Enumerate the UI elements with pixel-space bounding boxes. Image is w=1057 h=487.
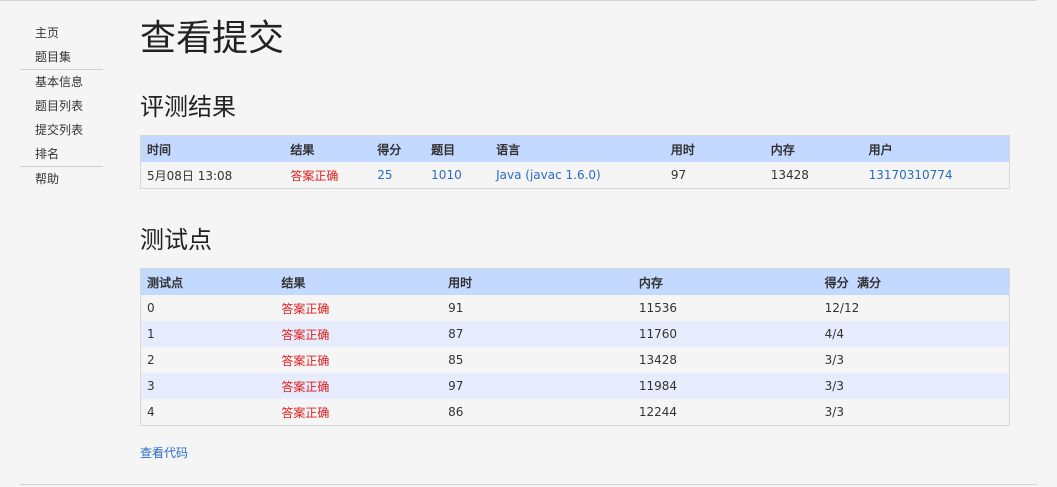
testcase-id: 4 (140, 399, 276, 426)
problem-link[interactable]: 1010 (425, 162, 491, 189)
column-header-result: 结果 (275, 268, 443, 295)
table-row: 0 答案正确 91 11536 12/12 (140, 295, 1010, 321)
sidebar-item-problem-list[interactable]: 题目列表 (35, 94, 103, 118)
column-header-user: 用户 (862, 135, 1010, 162)
column-header-result: 结果 (284, 135, 372, 162)
testcase-id: 3 (140, 373, 276, 399)
column-header-memory: 内存 (764, 135, 863, 162)
testcase-table: 测试点 结果 用时 内存 得分 满分 0 答案正确 91 11536 12/12… (140, 268, 1010, 426)
column-header-score: 得分 (371, 135, 426, 162)
column-header-problem: 题目 (425, 135, 491, 162)
sidebar-item-basic-info[interactable]: 基本信息 (35, 70, 103, 94)
testcase-score: 12/12 (818, 295, 1010, 321)
bottom-divider (20, 484, 1037, 485)
testcase-score: 4/4 (818, 321, 1010, 347)
testcase-memory: 11760 (632, 321, 819, 347)
testcase-result: 答案正确 (275, 347, 443, 373)
sidebar-item-help[interactable]: 帮助 (35, 167, 103, 191)
testcase-score: 3/3 (818, 399, 1010, 426)
submission-memory: 13428 (764, 162, 863, 189)
table-header-row: 时间 结果 得分 题目 语言 用时 内存 用户 (140, 135, 1010, 162)
testcase-memory: 12244 (632, 399, 819, 426)
submission-time: 5月08日 13:08 (140, 162, 285, 189)
testcase-result: 答案正确 (275, 321, 443, 347)
column-header-score: 得分 满分 (818, 268, 1010, 295)
testcase-id: 0 (140, 295, 276, 321)
column-header-memory: 内存 (632, 268, 819, 295)
testcase-result: 答案正确 (275, 295, 443, 321)
testcase-heading: 测试点 (140, 226, 212, 254)
user-link[interactable]: 13170310774 (862, 162, 1010, 189)
table-row: 3 答案正确 97 11984 3/3 (140, 373, 1010, 399)
testcase-id: 2 (140, 347, 276, 373)
language-link[interactable]: Java (javac 1.6.0) (490, 162, 665, 189)
sidebar-item-home[interactable]: 主页 (35, 21, 103, 45)
view-code-link[interactable]: 查看代码 (140, 444, 188, 461)
nav-group-site: 主页 题目集 (20, 21, 103, 70)
table-row: 4 答案正确 86 12244 3/3 (140, 399, 1010, 426)
testcase-id: 1 (140, 321, 276, 347)
nav-group-contest: 基本信息 题目列表 提交列表 排名 (20, 70, 103, 167)
testcase-score: 3/3 (818, 373, 1010, 399)
submission-result: 答案正确 (284, 162, 372, 189)
testcase-memory: 11984 (632, 373, 819, 399)
top-divider (0, 0, 1037, 1)
column-header-time: 时间 (140, 135, 285, 162)
table-row: 2 答案正确 85 13428 3/3 (140, 347, 1010, 373)
judge-result-table: 时间 结果 得分 题目 语言 用时 内存 用户 5月08日 13:08 答案正确… (140, 135, 1010, 189)
table-header-row: 测试点 结果 用时 内存 得分 满分 (140, 268, 1010, 295)
testcase-memory: 11536 (632, 295, 819, 321)
testcase-duration: 87 (442, 321, 633, 347)
testcase-score: 3/3 (818, 347, 1010, 373)
testcase-result: 答案正确 (275, 399, 443, 426)
table-row: 5月08日 13:08 答案正确 25 1010 Java (javac 1.6… (140, 162, 1010, 189)
sidebar-item-ranking[interactable]: 排名 (35, 142, 103, 166)
sidebar-item-submission-list[interactable]: 提交列表 (35, 118, 103, 142)
column-header-testcase: 测试点 (140, 268, 276, 295)
testcase-duration: 97 (442, 373, 633, 399)
submission-duration: 97 (664, 162, 765, 189)
column-header-language: 语言 (490, 135, 665, 162)
testcase-result: 答案正确 (275, 373, 443, 399)
sidebar-nav: 主页 题目集 基本信息 题目列表 提交列表 排名 帮助 (20, 21, 103, 191)
nav-group-help: 帮助 (20, 167, 103, 191)
page-title: 查看提交 (140, 18, 285, 59)
table-row: 1 答案正确 87 11760 4/4 (140, 321, 1010, 347)
testcase-memory: 13428 (632, 347, 819, 373)
testcase-duration: 91 (442, 295, 633, 321)
sidebar-item-problem-sets[interactable]: 题目集 (35, 45, 103, 69)
testcase-duration: 86 (442, 399, 633, 426)
column-header-duration: 用时 (442, 268, 633, 295)
submission-score-link[interactable]: 25 (371, 162, 426, 189)
judge-result-heading: 评测结果 (140, 93, 236, 121)
column-header-duration: 用时 (664, 135, 765, 162)
testcase-duration: 85 (442, 347, 633, 373)
